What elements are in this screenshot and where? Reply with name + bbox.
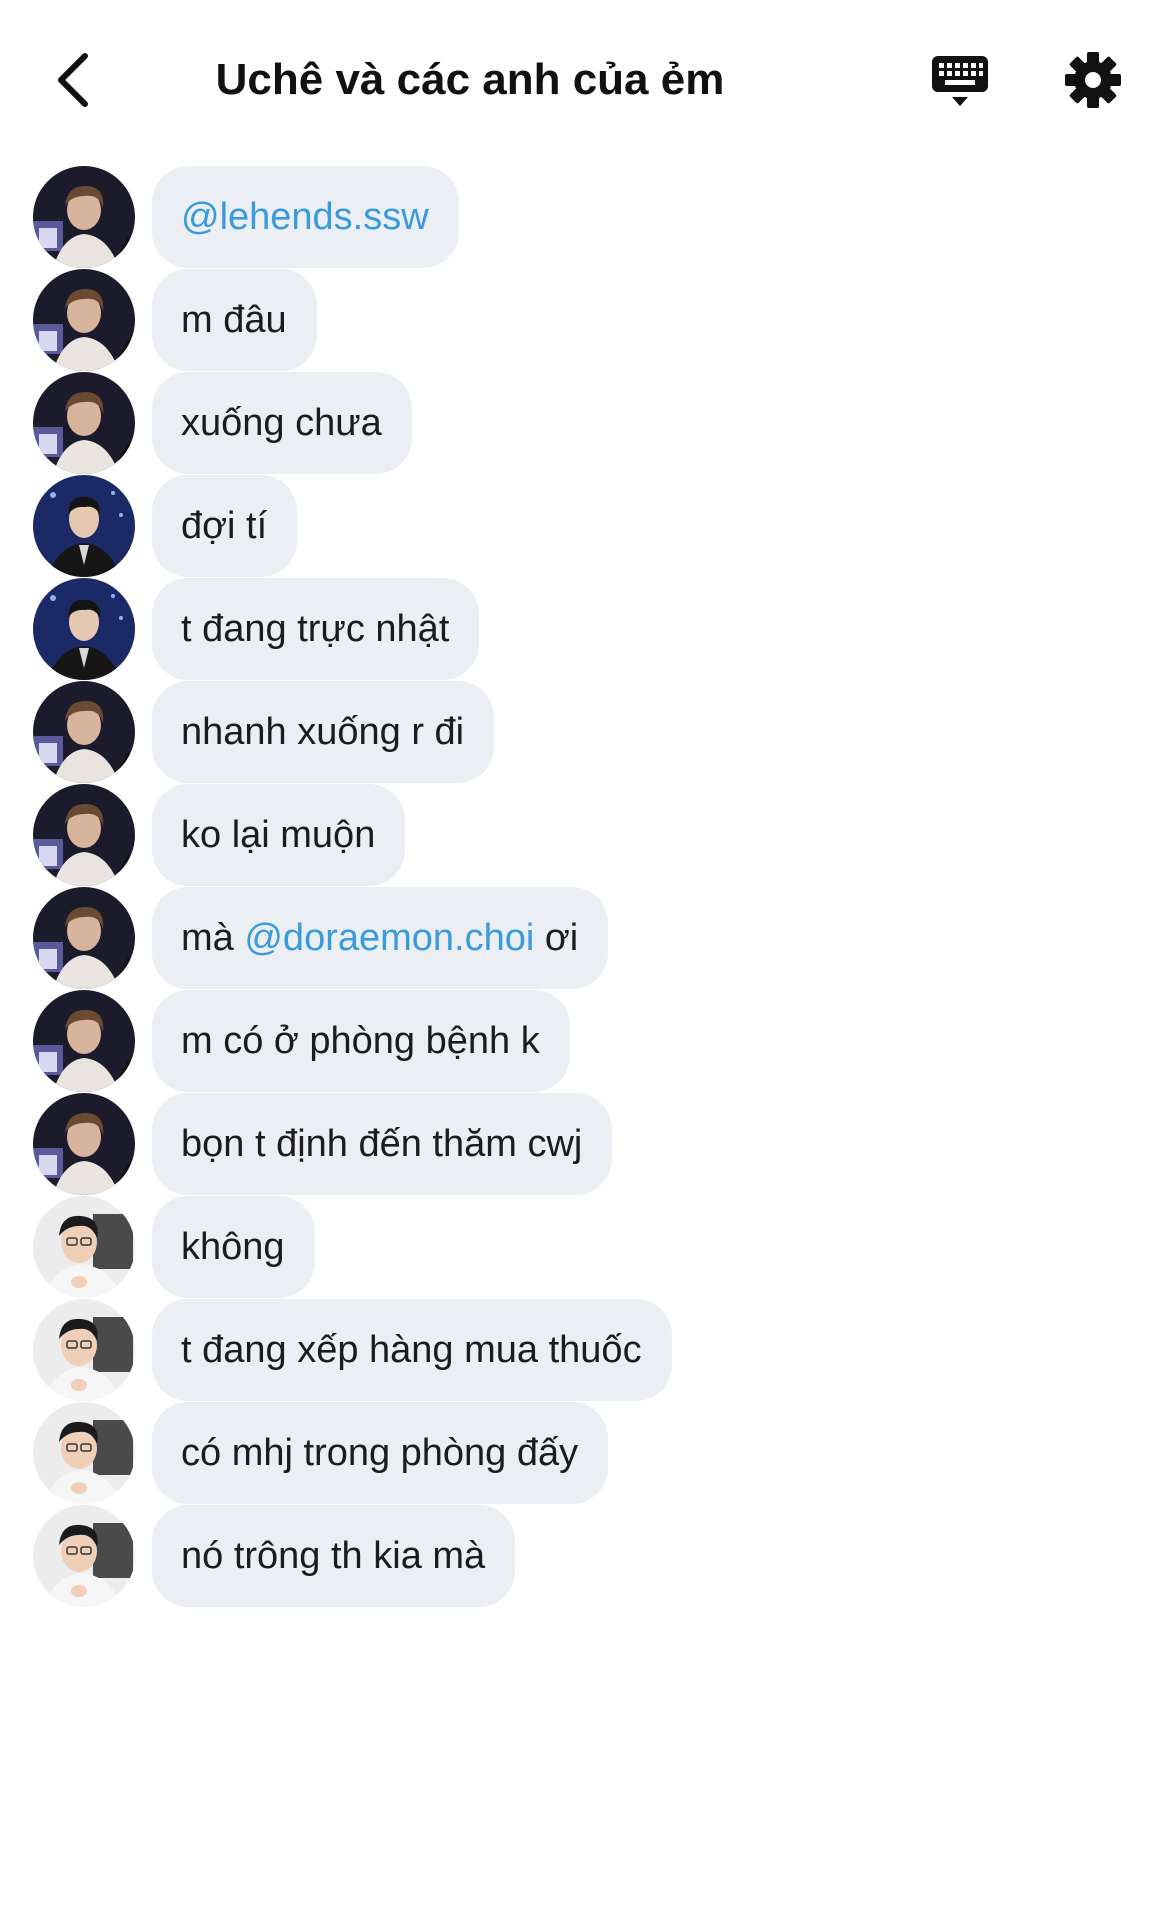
avatar[interactable] [33, 1505, 135, 1607]
avatar[interactable] [33, 1299, 135, 1401]
message-bubble[interactable]: m đâu [152, 269, 317, 371]
back-button[interactable] [38, 45, 108, 115]
message-bubble[interactable]: @lehends.ssw [152, 166, 459, 268]
avatar[interactable] [33, 990, 135, 1092]
message-bubble[interactable]: mà @doraemon.choi ơi [152, 887, 609, 989]
message-bubble[interactable]: ko lại muộn [152, 784, 406, 886]
message-row: không [0, 1196, 1159, 1298]
message-text: ko lại muộn [181, 814, 376, 856]
avatar[interactable] [33, 1402, 135, 1504]
message-row: ko lại muộn [0, 784, 1159, 886]
message-text: có mhj trong phòng đấy [181, 1432, 579, 1474]
message-bubble[interactable]: m có ở phòng bệnh k [152, 990, 570, 1092]
message-row: xuống chưa [0, 372, 1159, 474]
settings-button[interactable] [1058, 45, 1128, 115]
message-text: mà [181, 917, 245, 959]
chevron-left-icon [58, 53, 88, 107]
message-bubble[interactable]: xuống chưa [152, 372, 412, 474]
message-text: m có ở phòng bệnh k [181, 1020, 540, 1062]
message-text: t đang xếp hàng mua thuốc [181, 1329, 642, 1371]
message-bubble[interactable]: nó trông th kia mà [152, 1505, 516, 1607]
avatar[interactable] [33, 475, 135, 577]
message-bubble[interactable]: t đang trực nhật [152, 578, 480, 680]
message-bubble[interactable]: đợi tí [152, 475, 298, 577]
message-text: đợi tí [181, 505, 268, 547]
message-row: có mhj trong phòng đấy [0, 1402, 1159, 1504]
message-text: bọn t định đến thăm cwj [181, 1123, 583, 1165]
keyboard-button[interactable] [925, 45, 995, 115]
message-text: m đâu [181, 299, 287, 341]
avatar[interactable] [33, 269, 135, 371]
message-row: m đâu [0, 269, 1159, 371]
message-row: nó trông th kia mà [0, 1505, 1159, 1607]
avatar[interactable] [33, 1196, 135, 1298]
message-bubble[interactable]: t đang xếp hàng mua thuốc [152, 1299, 672, 1401]
message-bubble[interactable]: có mhj trong phòng đấy [152, 1402, 609, 1504]
message-row: m có ở phòng bệnh k [0, 990, 1159, 1092]
message-text: không [181, 1226, 285, 1268]
chat-title: Uchê và các anh của ẻm [215, 55, 725, 104]
message-row: bọn t định đến thăm cwj [0, 1093, 1159, 1195]
avatar[interactable] [33, 372, 135, 474]
message-row: đợi tí [0, 475, 1159, 577]
message-text: ơi [534, 917, 579, 959]
mention-link[interactable]: @doraemon.choi [244, 917, 534, 959]
mention-link[interactable]: @lehends.ssw [181, 196, 429, 238]
message-row: nhanh xuống r đi [0, 681, 1159, 783]
avatar[interactable] [33, 681, 135, 783]
message-row: @lehends.ssw [0, 166, 1159, 268]
avatar[interactable] [33, 784, 135, 886]
message-row: t đang trực nhật [0, 578, 1159, 680]
chat-header: Uchê và các anh của ẻm [0, 0, 1159, 160]
avatar[interactable] [33, 166, 135, 268]
avatar[interactable] [33, 1093, 135, 1195]
avatar[interactable] [33, 887, 135, 989]
message-text: xuống chưa [181, 402, 382, 444]
message-text: t đang trực nhật [181, 608, 450, 650]
message-text: nhanh xuống r đi [181, 711, 465, 753]
message-row: mà @doraemon.choi ơi [0, 887, 1159, 989]
message-bubble[interactable]: không [152, 1196, 315, 1298]
message-row: t đang xếp hàng mua thuốc [0, 1299, 1159, 1401]
message-bubble[interactable]: nhanh xuống r đi [152, 681, 495, 783]
keyboard-icon [932, 56, 988, 106]
avatar[interactable] [33, 578, 135, 680]
message-bubble[interactable]: bọn t định đến thăm cwj [152, 1093, 613, 1195]
gear-icon [1065, 52, 1121, 108]
message-text: nó trông th kia mà [181, 1535, 486, 1577]
